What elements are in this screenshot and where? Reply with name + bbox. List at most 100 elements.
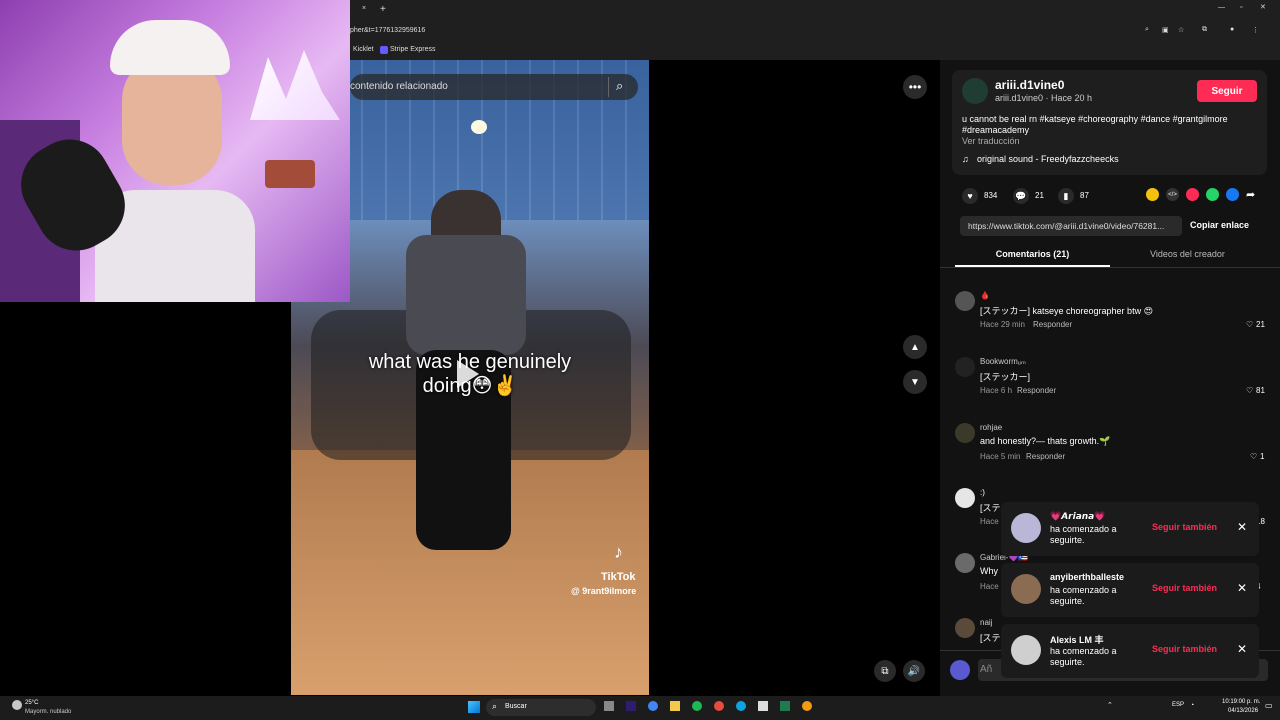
comment-time: Hace: [980, 517, 999, 526]
comment-like-icon[interactable]: ♡: [1250, 452, 1257, 461]
reply-button[interactable]: Responder: [1017, 386, 1056, 395]
follow-back-button[interactable]: Seguir también: [1152, 644, 1217, 654]
stripe-icon: [380, 46, 388, 54]
notification-name: Alexis LM 丰: [1050, 635, 1104, 645]
taskbar-search-label: Buscar: [505, 703, 527, 710]
comment-avatar[interactable]: [955, 553, 975, 573]
tab-creator-videos[interactable]: Videos del creador: [1110, 249, 1265, 259]
spotify-icon[interactable]: [692, 701, 702, 711]
comment-avatar[interactable]: [955, 291, 975, 311]
task-view-icon[interactable]: [604, 701, 614, 711]
embed-icon[interactable]: </>: [1166, 188, 1179, 201]
profile-icon[interactable]: ●: [1230, 26, 1234, 33]
cast-icon[interactable]: ▣: [1162, 26, 1169, 34]
comment-user[interactable]: :): [980, 488, 985, 497]
new-tab-icon[interactable]: +: [380, 4, 386, 15]
author-username[interactable]: ariii.d1vine0: [995, 78, 1064, 92]
comment-user[interactable]: Bookwormᵤₘ: [980, 357, 1026, 366]
author-avatar[interactable]: [962, 78, 988, 104]
link-field[interactable]: https://www.tiktok.com/@ariii.d1vine0/vi…: [960, 216, 1182, 236]
streamer-cap: [110, 20, 230, 75]
previous-video-icon[interactable]: ▲: [903, 335, 927, 359]
menu-dots-icon[interactable]: ⋮: [1252, 26, 1259, 34]
tab-comments[interactable]: Comentarios (21): [955, 249, 1110, 259]
tab-close-icon[interactable]: ×: [362, 5, 366, 12]
follow-back-button[interactable]: Seguir también: [1152, 583, 1217, 593]
comment-like-icon[interactable]: ♡: [1246, 320, 1253, 329]
start-icon[interactable]: [468, 701, 480, 713]
language-indicator[interactable]: ESP: [1172, 702, 1184, 708]
zoom-icon[interactable]: ⌕: [1145, 26, 1149, 34]
minimize-icon[interactable]: —: [1218, 4, 1225, 11]
bookmark-kicklet[interactable]: Kicklet: [353, 46, 374, 53]
next-video-icon[interactable]: ▼: [903, 370, 927, 394]
extensions-icon[interactable]: ⧉: [1202, 26, 1207, 34]
reply-button[interactable]: Responder: [1026, 452, 1065, 461]
comment-icon[interactable]: 💬: [1013, 188, 1029, 204]
more-options-icon[interactable]: •••: [903, 75, 927, 99]
notifications-icon[interactable]: ▭: [1265, 701, 1273, 710]
comment-avatar[interactable]: [955, 423, 975, 443]
bookmark-star-icon[interactable]: ☆: [1178, 26, 1184, 34]
taskbar-search[interactable]: ⌕ Buscar: [486, 699, 596, 716]
comment-user[interactable]: naij: [980, 618, 992, 627]
edge-icon[interactable]: [736, 701, 746, 711]
facebook-icon[interactable]: [1226, 188, 1239, 201]
comment-item: Bookwormᵤₘ [ステッカー] Hace 6 h Responder ♡ …: [955, 357, 1270, 407]
search-icon[interactable]: ⌕: [616, 78, 623, 94]
comment-avatar[interactable]: [955, 488, 975, 508]
copy-link-button[interactable]: Copiar enlace: [1190, 220, 1249, 230]
reply-button[interactable]: Responder: [1033, 320, 1072, 329]
file-explorer-icon[interactable]: [670, 701, 680, 711]
weather-desc: Mayorm. nublado: [25, 709, 72, 715]
send-icon[interactable]: [1186, 188, 1199, 201]
comment-user[interactable]: rohjae: [980, 423, 1002, 432]
close-window-icon[interactable]: ✕: [1260, 3, 1266, 11]
clock-time[interactable]: 10:19:00 p. m.: [1222, 699, 1260, 705]
close-icon[interactable]: ✕: [1237, 520, 1247, 534]
comment-avatar[interactable]: [955, 618, 975, 638]
comment-text: [ステ: [980, 503, 1001, 513]
weather-icon[interactable]: [12, 700, 22, 710]
comment-text: [ステッカー]: [980, 372, 1031, 382]
excel-icon[interactable]: [780, 701, 790, 711]
comment-like-icon[interactable]: ♡: [1246, 386, 1253, 395]
watermark-user: @ 9rant9ilmore: [571, 586, 637, 596]
cloud-icon[interactable]: [802, 701, 812, 711]
notification-avatar: [1011, 635, 1041, 665]
translate-link[interactable]: Ver traducción: [962, 136, 1020, 146]
comment-user[interactable]: 🩸: [980, 291, 990, 300]
follow-back-button[interactable]: Seguir también: [1152, 522, 1217, 532]
comment-like-count: 21: [1256, 320, 1265, 329]
chrome-icon[interactable]: [648, 701, 658, 711]
address-bar[interactable]: pher&t=1776132959616 ⌕ ▣ ☆ ⧉ ● ⋮: [350, 20, 1280, 42]
comment-text: [ステッカー] katseye choreographer btw 😍: [980, 306, 1153, 316]
bookmark-stripe[interactable]: Stripe Express: [390, 46, 436, 53]
clock-date[interactable]: 04/13/2026: [1228, 708, 1258, 714]
tray-chevron-icon[interactable]: ⌃: [1107, 701, 1113, 709]
whatsapp-icon[interactable]: [1206, 188, 1219, 201]
premiere-icon[interactable]: [626, 701, 636, 711]
comment-text: Why: [980, 566, 998, 576]
notification-name: anyiberthballeste: [1050, 572, 1125, 582]
share-icon[interactable]: ➦: [1246, 188, 1255, 201]
calendar-icon[interactable]: [758, 701, 768, 711]
save-icon[interactable]: ▮: [1058, 188, 1074, 204]
sound-link[interactable]: original sound - Freedyfazzcheecks: [977, 154, 1119, 164]
maximize-icon[interactable]: ▫: [1240, 4, 1242, 11]
follow-button[interactable]: Seguir: [1197, 80, 1257, 102]
pip-icon[interactable]: ⧉: [874, 660, 896, 682]
volume-icon[interactable]: 🔊: [903, 660, 925, 682]
app-icon[interactable]: [714, 701, 724, 711]
comment-avatar[interactable]: [955, 357, 975, 377]
close-icon[interactable]: ✕: [1237, 642, 1247, 656]
close-icon[interactable]: ✕: [1237, 581, 1247, 595]
sound-icon: ♫: [962, 154, 969, 164]
like-icon[interactable]: ♥: [962, 188, 978, 204]
comment-input-placeholder: Añ: [980, 664, 993, 675]
watermark-brand: TikTok: [601, 571, 636, 583]
wifi-icon[interactable]: ◔: [1190, 702, 1194, 709]
coin-icon[interactable]: [1146, 188, 1159, 201]
related-search-bar[interactable]: contenido relacionado ⌕: [350, 74, 638, 100]
play-icon[interactable]: [457, 360, 479, 388]
